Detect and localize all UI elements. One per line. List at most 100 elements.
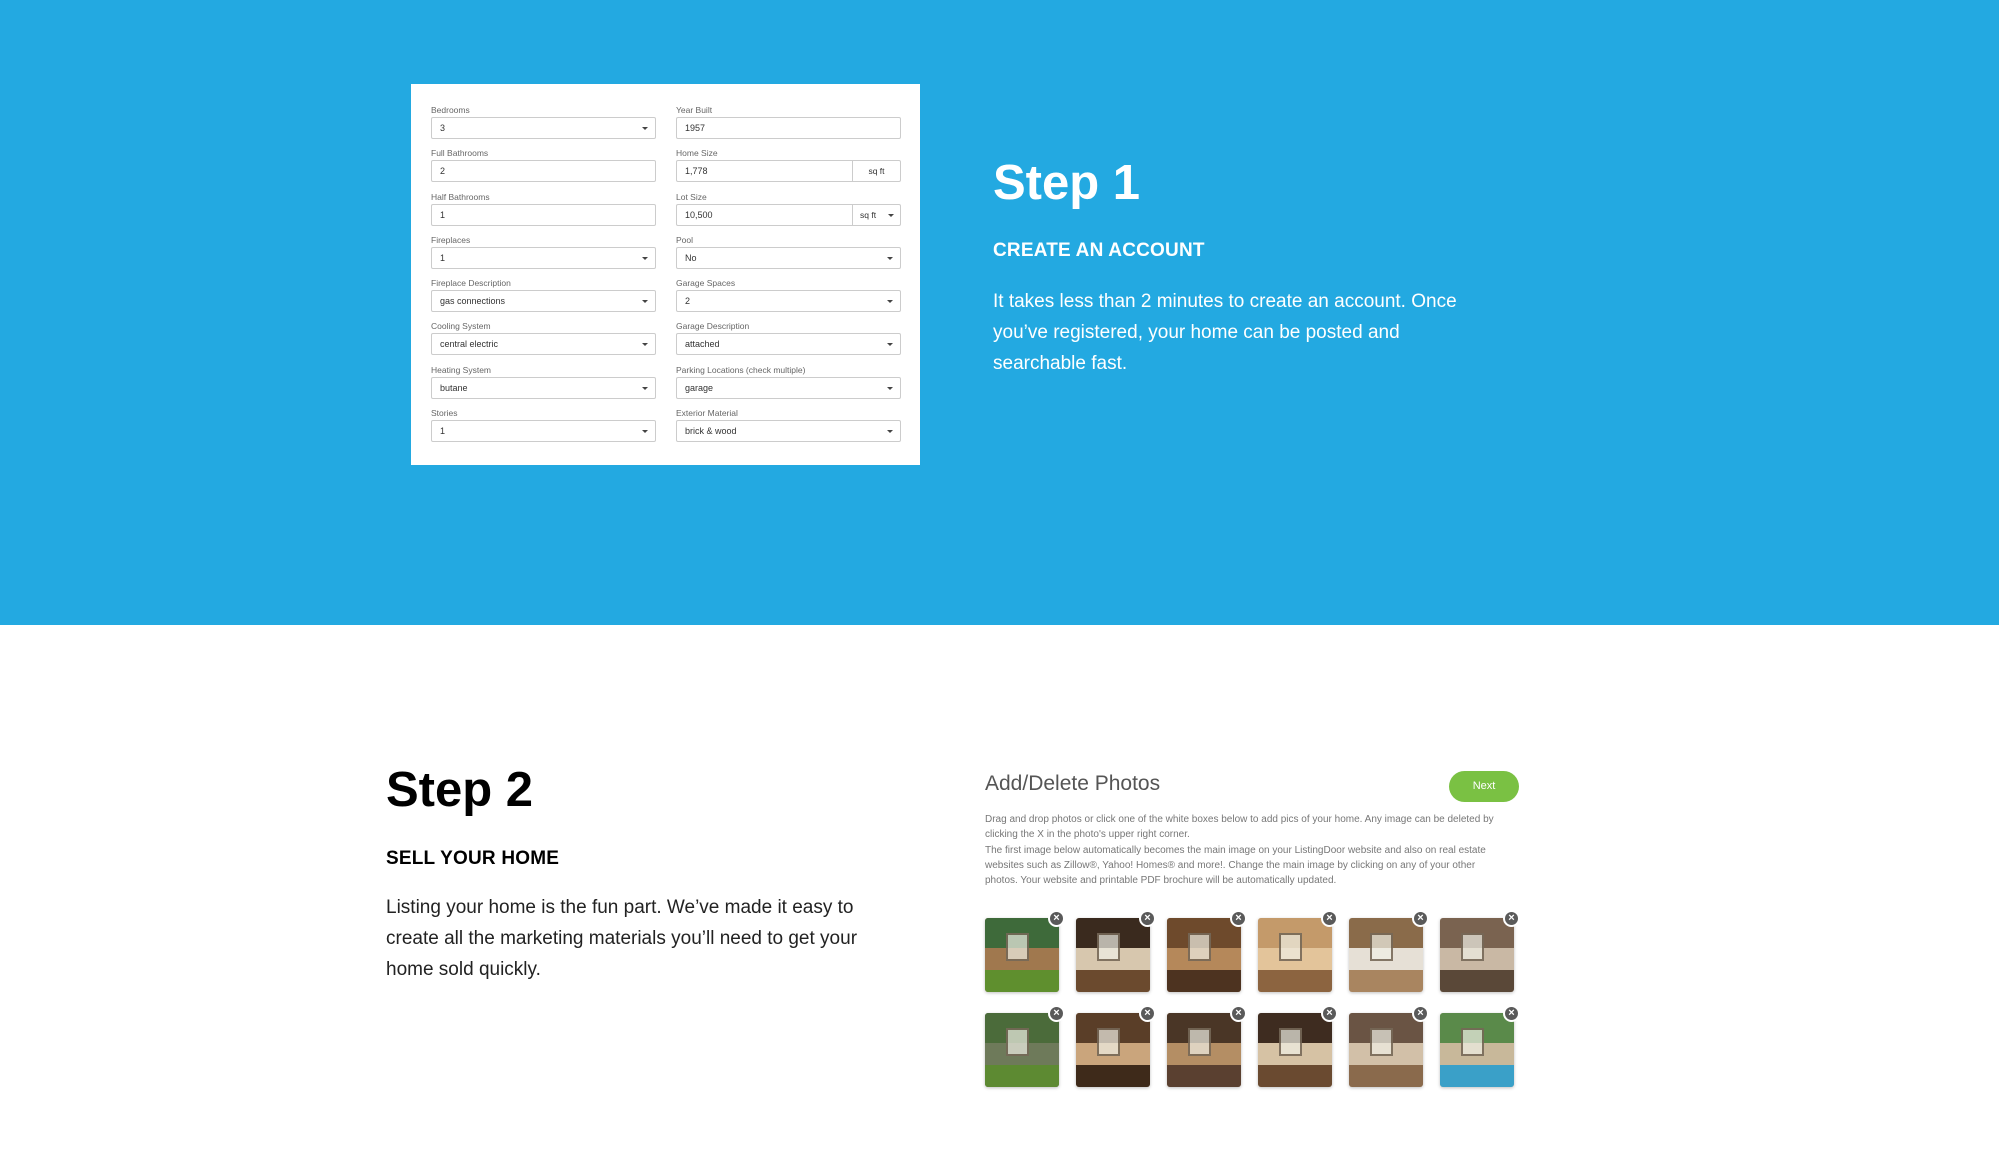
field-value: gas connections <box>440 296 506 307</box>
photo-thumbnail-staircase[interactable] <box>1258 1013 1332 1087</box>
delete-photo-icon[interactable]: × <box>1139 1005 1156 1022</box>
garage-spaces-select[interactable]: 2 <box>676 290 901 313</box>
photo-thumbnail-master-bedroom[interactable] <box>1349 1013 1423 1087</box>
garage-description-select[interactable]: attached <box>676 333 901 356</box>
caret-down-icon <box>642 127 648 130</box>
photo-thumbnail-exterior-front[interactable] <box>985 918 1059 992</box>
field-label: Lot Size <box>676 191 707 202</box>
step2-description: Listing your home is the fun part. We’ve… <box>386 897 858 980</box>
photo-floor-tone <box>1167 1064 1241 1087</box>
photo-thumbnail-dining-table[interactable] <box>1076 1013 1150 1087</box>
delete-photo-icon[interactable]: × <box>1230 910 1247 927</box>
photo-thumbnail-living-room[interactable] <box>1258 918 1332 992</box>
lot-size-input[interactable]: 10,500 <box>676 203 853 226</box>
unit-value: sq ft <box>860 209 877 220</box>
cooling-system-select[interactable]: central electric <box>431 333 656 356</box>
photo-thumbnail-family-room[interactable] <box>1167 1013 1241 1087</box>
delete-photo-icon[interactable]: × <box>1048 1005 1065 1022</box>
step2-title: Step 2 <box>386 763 534 817</box>
photo-window-detail <box>1187 932 1212 961</box>
lot-size-unit-select[interactable]: sq ft <box>852 203 901 226</box>
field-value: 10,500 <box>685 209 713 220</box>
photo-thumbnail-bedroom-window[interactable] <box>1349 918 1423 992</box>
photos-instructions: Drag and drop photos or click one of the… <box>985 812 1505 888</box>
field-value: 3 <box>440 123 446 133</box>
parking-locations-select[interactable]: garage <box>676 376 901 399</box>
caret-down-icon <box>887 430 893 434</box>
delete-photo-icon[interactable]: × <box>1503 1005 1520 1022</box>
delete-photo-icon[interactable]: × <box>1139 910 1156 927</box>
stories-select[interactable]: 1 <box>431 420 656 443</box>
bedrooms-field: Bedrooms 3 <box>431 104 656 147</box>
home-size-input[interactable]: 1,778 <box>676 160 853 183</box>
field-label: Garage Spaces <box>676 278 736 289</box>
photo-window-detail <box>1460 1027 1485 1056</box>
photo-thumbnail-backyard[interactable] <box>985 1013 1059 1087</box>
heating-system-select[interactable]: butane <box>431 376 656 399</box>
fireplace-description-select[interactable]: gas connections <box>431 290 656 313</box>
heating-system-field: Heating System butane <box>431 364 656 407</box>
photo-window-detail <box>1278 1027 1303 1056</box>
field-value: attached <box>685 339 720 350</box>
full-bathrooms-input[interactable]: 2 <box>431 160 656 183</box>
photo-thumbnail-kitchen[interactable] <box>1076 918 1150 992</box>
delete-photo-icon[interactable]: × <box>1412 1005 1429 1022</box>
photos-panel-title: Add/Delete Photos <box>985 772 1161 795</box>
delete-photo-icon[interactable]: × <box>1412 910 1429 927</box>
photo-window-detail <box>1005 932 1030 961</box>
field-label: Full Bathrooms <box>431 148 489 159</box>
field-label: Fireplaces <box>431 234 471 245</box>
fireplaces-field: Fireplaces 1 <box>431 234 656 277</box>
delete-photo-icon[interactable]: × <box>1503 910 1520 927</box>
photo-window-detail <box>1096 1027 1121 1056</box>
delete-photo-icon[interactable]: × <box>1230 1005 1247 1022</box>
field-label: Home Size <box>676 148 718 159</box>
exterior-material-select[interactable]: brick & wood <box>676 420 901 443</box>
field-value: 2 <box>685 296 691 307</box>
photo-window-detail <box>1187 1027 1212 1056</box>
field-value: brick & wood <box>685 426 737 437</box>
caret-down-icon <box>642 256 648 260</box>
photo-window-detail <box>1005 1027 1030 1056</box>
photo-floor-tone <box>1440 969 1514 992</box>
field-value: central electric <box>440 339 499 350</box>
home-size-field: Home Size 1,778 sq ft <box>676 147 901 190</box>
field-value: 1957 <box>685 123 706 133</box>
photo-floor-tone <box>1258 1064 1332 1087</box>
field-label: Cooling System <box>431 321 491 332</box>
caret-down-icon <box>887 386 893 390</box>
bedrooms-select[interactable]: 3 <box>431 117 656 139</box>
field-label: Exterior Material <box>676 408 738 419</box>
field-value: 1,778 <box>685 166 708 177</box>
instructions-line-2: The first image below automatically beco… <box>985 844 1486 887</box>
fireplaces-select[interactable]: 1 <box>431 246 656 269</box>
photo-floor-tone <box>985 1064 1059 1087</box>
next-button[interactable]: Next <box>1449 771 1519 802</box>
year-built-input[interactable]: 1957 <box>676 117 901 139</box>
step1-section: Bedrooms 3 Full Bathrooms 2 Half Bathroo… <box>0 0 1999 625</box>
half-bathrooms-input[interactable]: 1 <box>431 203 656 226</box>
photo-thumbnail-bathroom[interactable] <box>1440 918 1514 992</box>
field-value: butane <box>440 382 468 393</box>
photo-floor-tone <box>1440 1064 1514 1087</box>
field-label: Parking Locations (check multiple) <box>676 364 806 375</box>
field-value: 1 <box>440 252 446 263</box>
form-left-column: Bedrooms 3 Full Bathrooms 2 Half Bathroo… <box>431 104 656 450</box>
lot-size-field: Lot Size 10,500 sq ft <box>676 191 901 234</box>
delete-photo-icon[interactable]: × <box>1321 1005 1338 1022</box>
pool-select[interactable]: No <box>676 246 901 269</box>
delete-photo-icon[interactable]: × <box>1048 910 1065 927</box>
photo-floor-tone <box>1167 969 1241 992</box>
photo-floor-tone <box>1076 1064 1150 1087</box>
photo-floor-tone <box>1258 969 1332 992</box>
parking-locations-field: Parking Locations (check multiple) garag… <box>676 364 901 407</box>
photo-floor-tone <box>1349 969 1423 992</box>
field-label: Year Built <box>676 105 713 115</box>
photo-thumbnail-pool[interactable] <box>1440 1013 1514 1087</box>
step1-title: Step 1 <box>993 156 1141 210</box>
caret-down-icon <box>888 213 894 217</box>
photo-window-detail <box>1369 1027 1394 1056</box>
full-bathrooms-field: Full Bathrooms 2 <box>431 147 656 190</box>
delete-photo-icon[interactable]: × <box>1321 910 1338 927</box>
photo-thumbnail-dining-room[interactable] <box>1167 918 1241 992</box>
